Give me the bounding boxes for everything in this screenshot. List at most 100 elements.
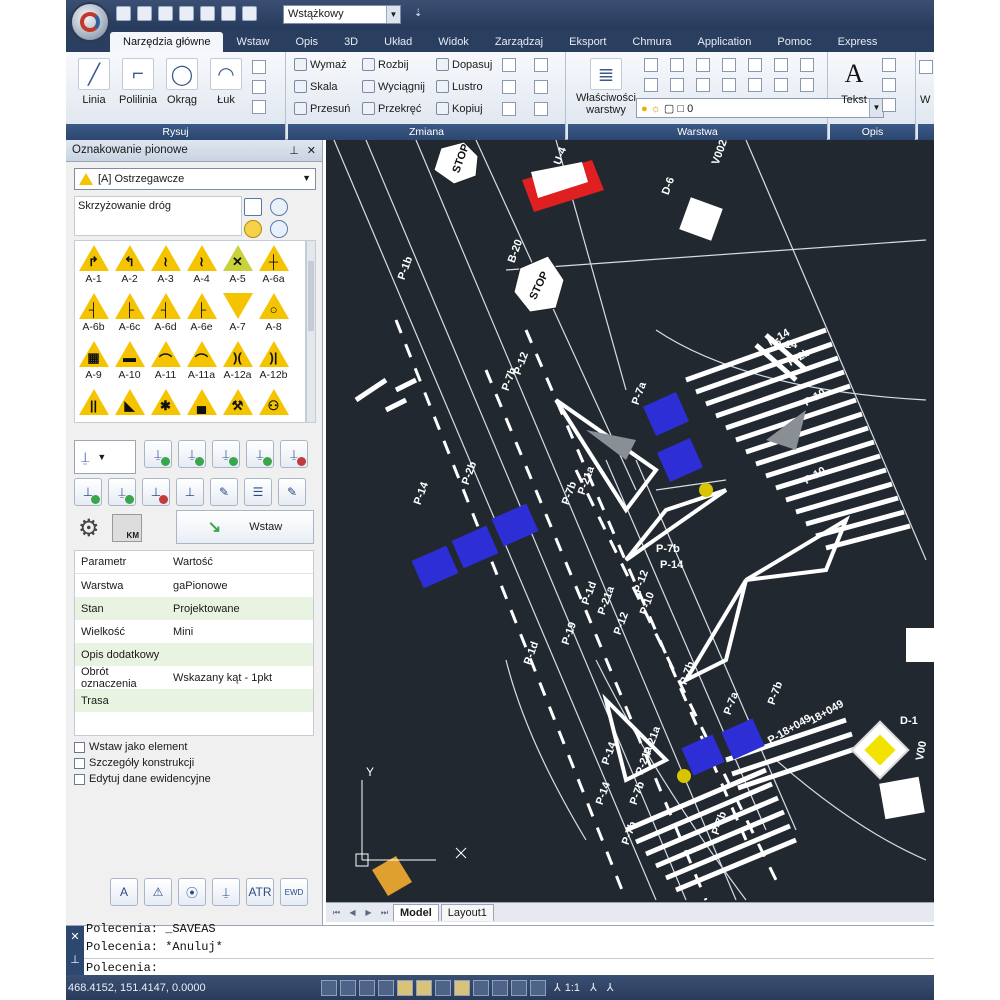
hatch-icon[interactable] <box>252 100 266 114</box>
kilometer-icon[interactable]: KM <box>112 514 142 542</box>
copy-button[interactable]: Kopiuj <box>436 102 483 115</box>
attributes-icon[interactable]: ATR <box>246 878 274 906</box>
snap-toggle-icon[interactable] <box>340 979 356 996</box>
sign-item[interactable]: ↱ A-1 <box>77 245 110 285</box>
draw-panel-label[interactable]: Rysuj <box>66 124 285 140</box>
rotate-button[interactable]: Przekręć <box>362 102 421 115</box>
fit-button[interactable]: Dopasuj <box>436 58 492 71</box>
table-row[interactable]: Warstwa gaPionowe <box>75 574 313 597</box>
sign-item[interactable]: ┼ A-6a <box>257 245 290 285</box>
scroll-thumb[interactable] <box>308 261 314 331</box>
fillet-icon[interactable] <box>502 80 516 94</box>
command-input[interactable]: Polecenia: <box>84 958 934 976</box>
sign-search-input[interactable]: Skrzyżowanie dróg <box>74 196 242 236</box>
tab-manage[interactable]: Zarządzaj <box>482 32 556 52</box>
dyn-toggle-icon[interactable] <box>454 979 470 996</box>
sign-item[interactable]: ≀ A-3 <box>149 245 182 285</box>
edit-attributes-icon[interactable]: ✎ <box>278 478 306 506</box>
insert-button[interactable]: ↘ Wstaw <box>176 510 314 544</box>
param-value[interactable]: Wskazany kąt - 1pkt <box>167 672 313 684</box>
layer-panel-label[interactable]: Warstwa <box>568 124 827 140</box>
layer-tool-icon[interactable] <box>644 58 658 72</box>
pole-delete-icon[interactable]: ⊥ <box>142 478 170 506</box>
grid-toggle-icon[interactable] <box>321 979 337 996</box>
first-tab-icon[interactable]: ⏮ <box>330 908 343 918</box>
category-select[interactable]: [A] Ostrzegawcze ▼ <box>74 168 316 190</box>
layer-tool-icon[interactable] <box>722 58 736 72</box>
auto-scale-icon[interactable]: ⅄ <box>607 981 614 994</box>
layer-tool-icon[interactable] <box>800 58 814 72</box>
tab-layout[interactable]: Układ <box>371 32 425 52</box>
scale-button[interactable]: Skala <box>294 80 338 93</box>
settings-gear-icon[interactable]: ⚙ <box>78 514 100 543</box>
tab-application[interactable]: Application <box>685 32 765 52</box>
dimension-icon[interactable] <box>882 78 896 92</box>
sign-item[interactable]: ≀ A-4 <box>185 245 218 285</box>
tab-insert[interactable]: Wstaw <box>223 32 282 52</box>
search-post-icon[interactable]: ⍊ <box>212 878 240 906</box>
trim-icon[interactable] <box>502 102 516 116</box>
layer-tool-icon[interactable] <box>696 58 710 72</box>
tab-view[interactable]: Widok <box>425 32 482 52</box>
sign-item[interactable]: ⌒ A-11a <box>185 341 218 381</box>
annotation-scale[interactable]: 1:1 <box>565 982 580 994</box>
selection-cycling-icon[interactable] <box>511 979 527 996</box>
explode-button[interactable]: Rozbij <box>362 58 409 71</box>
arc-button[interactable]: ◠ Łuk <box>206 58 246 106</box>
table-row[interactable]: Obrót oznaczenia Wskazany kąt - 1pkt <box>75 666 313 690</box>
edit-records-checkbox[interactable]: Edytuj dane ewidencyjne <box>74 773 211 785</box>
offset-icon[interactable] <box>534 58 548 72</box>
ucs-toggle-icon[interactable] <box>435 979 451 996</box>
new-file-icon[interactable] <box>116 6 131 21</box>
close-icon[interactable]: ✕ <box>307 144 316 157</box>
tab-help[interactable]: Pomoc <box>764 32 824 52</box>
last-tab-icon[interactable]: ⏭ <box>378 908 391 918</box>
annotation-visibility-icon[interactable]: ⅄ <box>590 981 597 994</box>
layer-tool-icon[interactable] <box>670 58 684 72</box>
pole-move-icon[interactable]: ⊥ <box>176 478 204 506</box>
edit-list-icon[interactable]: ☰ <box>244 478 272 506</box>
tab-model[interactable]: Model <box>393 904 439 921</box>
post-add-sign-icon[interactable]: ⍊ <box>212 440 240 468</box>
sign-item[interactable]: || <box>77 389 110 417</box>
sign-item[interactable]: ✱ <box>149 389 182 417</box>
modify-panel-label[interactable]: Zmiana <box>288 124 565 140</box>
next-tab-icon[interactable]: ▶ <box>362 908 375 918</box>
undo-icon[interactable] <box>221 6 236 21</box>
point-icon[interactable] <box>252 60 266 74</box>
command-line-grip[interactable]: ✕ ⊥ <box>66 926 84 976</box>
otrack-toggle-icon[interactable] <box>416 979 432 996</box>
edit-pencil-icon[interactable]: ✎ <box>210 478 238 506</box>
sign-item[interactable]: ├ A-6e <box>185 293 218 333</box>
osnap-toggle-icon[interactable] <box>397 979 413 996</box>
break-icon[interactable] <box>534 102 548 116</box>
array-icon[interactable] <box>502 58 516 72</box>
redo-icon[interactable] <box>242 6 257 21</box>
layer-tool-icon[interactable] <box>722 78 736 92</box>
more-tools-icon[interactable] <box>919 60 933 74</box>
annotation-scale-icon[interactable]: ⅄ <box>554 981 561 994</box>
stretch-button[interactable]: Wyciągnij <box>362 80 425 93</box>
save-as-icon[interactable] <box>179 6 194 21</box>
tab-cloud[interactable]: Chmura <box>619 32 684 52</box>
sign-item[interactable]: ◣ <box>113 389 146 417</box>
sign-item[interactable]: ▦ A-9 <box>77 341 110 381</box>
layer-tool-icon[interactable] <box>644 78 658 92</box>
prev-tab-icon[interactable]: ◀ <box>346 908 359 918</box>
sign-item[interactable]: ⌒ A-11 <box>149 341 182 381</box>
polyline-button[interactable]: ⌐ Polilinia <box>118 58 158 106</box>
join-icon[interactable] <box>534 80 548 94</box>
print-icon[interactable] <box>200 6 215 21</box>
tab-annotate[interactable]: Opis <box>282 32 331 52</box>
sign-item[interactable]: ✕ A-5 <box>221 245 254 285</box>
param-value[interactable]: Projektowane <box>167 603 313 615</box>
sign-item[interactable]: ▄ <box>185 389 218 417</box>
table-row[interactable]: Opis dodatkowy <box>75 643 313 666</box>
application-menu-button[interactable] <box>70 2 110 42</box>
lineweight-toggle-icon[interactable] <box>473 979 489 996</box>
layer-properties-button[interactable]: ≣ Właściwości warstwy <box>572 58 640 116</box>
circle-button[interactable]: ◯ Okrąg <box>162 58 202 106</box>
table-row[interactable]: Trasa <box>75 689 313 712</box>
layer-tool-icon[interactable] <box>774 78 788 92</box>
pole-add-icon[interactable]: ⊥ <box>74 478 102 506</box>
